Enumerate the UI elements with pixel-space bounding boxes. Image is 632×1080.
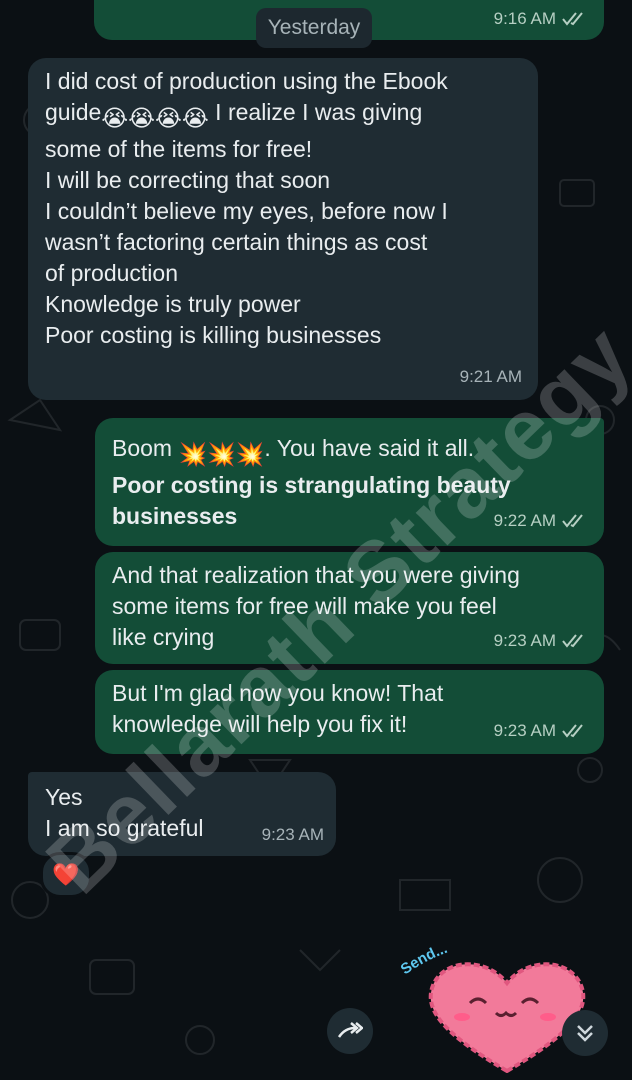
message-meta: 9:23 AM [494, 625, 588, 656]
message-time: 9:22 AM [493, 511, 556, 530]
message-time: 9:23 AM [493, 721, 556, 740]
double-check-icon [562, 11, 583, 26]
scroll-down-button[interactable] [562, 1010, 608, 1056]
message-bubble-outgoing[interactable]: But I'm glad now you know! That knowledg… [95, 670, 604, 754]
heart-icon: ❤️ [52, 862, 80, 887]
heart-sticker-icon [428, 962, 586, 1073]
message-time: 9:16 AM [493, 9, 556, 28]
message-bubble-incoming[interactable]: I did cost of production using the Ebook… [28, 58, 538, 400]
forward-button[interactable] [327, 1008, 373, 1054]
message-meta: 9:22 AM [494, 505, 588, 536]
double-check-icon [562, 723, 583, 738]
crying-emoji: 😭😭😭😭 [101, 105, 209, 131]
scroll-down-icon [577, 1025, 593, 1042]
message-bubble-incoming[interactable]: Yes I am so grateful 9:23 AM [28, 772, 336, 856]
message-time: 9:23 AM [261, 825, 324, 844]
date-chip: Yesterday [256, 8, 372, 48]
message-time: 9:23 AM [493, 631, 556, 650]
message-text: I did cost of production using the Ebook… [45, 68, 448, 348]
message-bubble-outgoing[interactable]: Boom 💥💥💥. You have said it all. Poor cos… [95, 418, 604, 546]
message-text: Boom 💥💥💥. You have said it all. [112, 433, 590, 470]
collision-emoji: 💥💥💥 [178, 441, 265, 467]
message-meta: 9:23 AM [262, 819, 324, 850]
message-time: 9:21 AM [459, 367, 522, 386]
sticker[interactable]: Send... [400, 925, 590, 1075]
reaction-badge[interactable]: ❤️ [40, 852, 92, 898]
message-meta: 9:16 AM [494, 3, 588, 34]
double-check-icon [562, 513, 583, 528]
message-meta: 9:23 AM [494, 715, 588, 746]
message-meta: 9:21 AM [460, 361, 522, 392]
forward-icon [337, 1022, 363, 1038]
double-check-icon [562, 633, 583, 648]
message-bubble-outgoing[interactable]: And that realization that you were givin… [95, 552, 604, 664]
